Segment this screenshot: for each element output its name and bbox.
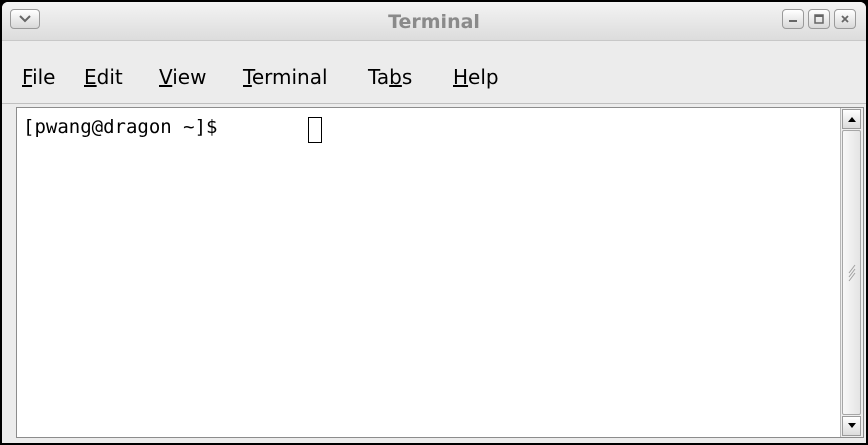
scroll-down-button[interactable] — [842, 416, 861, 436]
menu-mnemonic: T — [243, 65, 252, 89]
menu-mnemonic: E — [84, 65, 97, 89]
close-button[interactable] — [834, 9, 856, 29]
menu-label-post: iew — [172, 65, 207, 89]
minimize-button[interactable] — [782, 9, 804, 29]
menu-label-post: ile — [32, 65, 56, 89]
terminal-output[interactable]: [pwang@dragon ~]$ — [16, 107, 864, 438]
menu-label-post: s — [401, 65, 413, 89]
maximize-icon — [814, 14, 824, 24]
menu-terminal[interactable]: Terminal — [243, 65, 328, 89]
menu-mnemonic: b — [389, 65, 402, 89]
close-icon — [841, 15, 849, 23]
scroll-up-button[interactable] — [842, 109, 861, 129]
terminal-window: Terminal File Edit View Terminal Tabs He… — [0, 0, 868, 445]
vertical-scrollbar[interactable] — [840, 108, 863, 437]
shell-prompt: [pwang@dragon ~]$ — [23, 116, 229, 138]
text-cursor — [308, 117, 322, 143]
minimize-icon — [789, 20, 797, 22]
scrollbar-thumb[interactable] — [842, 130, 861, 415]
window-title: Terminal — [388, 11, 480, 33]
menu-edit[interactable]: Edit — [84, 65, 123, 89]
maximize-button[interactable] — [808, 9, 830, 29]
title-bar[interactable]: Terminal — [2, 2, 866, 41]
arrow-up-icon — [847, 117, 856, 122]
menu-help[interactable]: Help — [453, 65, 499, 89]
menu-label-pre: Ta — [368, 65, 390, 89]
menu-tabs[interactable]: Tabs — [368, 65, 412, 89]
menu-view[interactable]: View — [159, 65, 206, 89]
menu-label-post: dit — [96, 65, 123, 89]
menu-mnemonic: F — [22, 65, 33, 89]
menu-file[interactable]: File — [22, 65, 55, 89]
menu-mnemonic: H — [453, 65, 469, 89]
menu-mnemonic: V — [159, 65, 173, 89]
arrow-down-icon — [847, 423, 856, 428]
grip-icon — [848, 264, 856, 282]
menu-label-post: erminal — [251, 65, 328, 89]
menu-bar: File Edit View Terminal Tabs Help — [2, 41, 866, 104]
menu-label-post: elp — [468, 65, 499, 89]
